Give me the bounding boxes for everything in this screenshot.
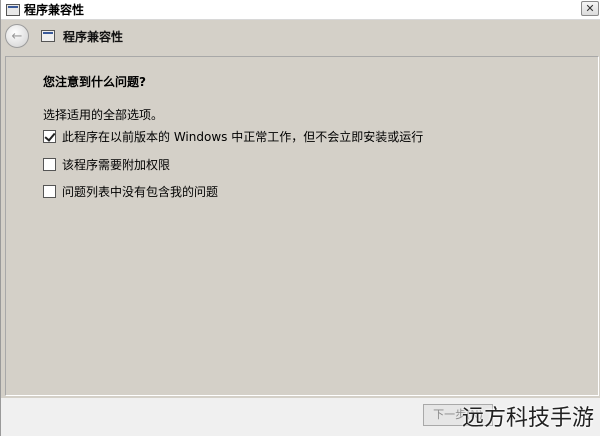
instruction-text: 选择适用的全部选项。 xyxy=(43,108,164,122)
option-label: 该程序需要附加权限 xyxy=(62,158,171,172)
close-button[interactable]: ✕ xyxy=(581,1,599,16)
page-title: 程序兼容性 xyxy=(63,29,124,44)
back-button[interactable]: ← xyxy=(5,24,29,48)
title-bar: 程序兼容性 ✕ xyxy=(1,0,600,20)
checkbox-not-listed[interactable] xyxy=(43,185,56,198)
option-previous-version[interactable]: 此程序在以前版本的 Windows 中正常工作，但不会立即安装或运行 xyxy=(43,128,423,145)
compatibility-window: 程序兼容性 ✕ ← 程序兼容性 您注意到什么问题? 选择适用的全部选项。 此程序… xyxy=(0,0,600,436)
watermark-text: 远方科技手游 xyxy=(461,406,594,431)
wizard-app-icon xyxy=(41,30,55,42)
option-label: 此程序在以前版本的 Windows 中正常工作，但不会立即安装或运行 xyxy=(62,130,424,144)
option-extra-permissions[interactable]: 该程序需要附加权限 xyxy=(43,156,170,173)
content-panel: 您注意到什么问题? 选择适用的全部选项。 此程序在以前版本的 Windows 中… xyxy=(5,56,599,396)
checkbox-previous-version[interactable] xyxy=(43,130,56,143)
window-title: 程序兼容性 xyxy=(24,3,85,17)
back-arrow-icon: ← xyxy=(11,28,23,44)
nav-header: ← 程序兼容性 xyxy=(1,20,600,52)
window-app-icon xyxy=(6,3,20,16)
option-not-listed[interactable]: 问题列表中没有包含我的问题 xyxy=(43,183,218,200)
checkbox-extra-permissions[interactable] xyxy=(43,158,56,171)
question-heading: 您注意到什么问题? xyxy=(43,75,146,89)
option-label: 问题列表中没有包含我的问题 xyxy=(62,185,219,199)
